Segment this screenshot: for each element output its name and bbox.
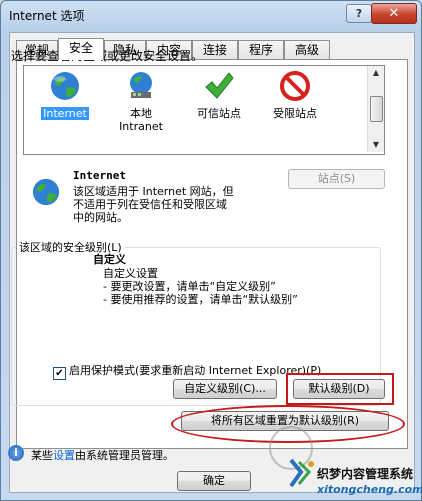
watermark-title: 织梦内容管理系统	[317, 467, 414, 481]
custom-level-button[interactable]: 自定义级别(C)...	[173, 379, 277, 399]
protected-mode-checkbox[interactable]: ✔	[53, 367, 66, 380]
zone-label: 可信站点	[197, 107, 241, 120]
network-globe-icon	[130, 72, 152, 98]
zone-local-intranet[interactable]: 本地 Intranet	[106, 70, 176, 133]
security-level-title: 自定义	[93, 253, 126, 266]
admin-note-suffix: 由系统管理员管理。	[75, 449, 174, 462]
zone-label: 本地	[130, 107, 152, 120]
window-title: Internet 选项	[9, 9, 85, 23]
checkmark-icon	[205, 72, 234, 99]
ok-button[interactable]: 确定	[177, 471, 251, 491]
admin-managed-note: i 某些设置由系统管理员管理。	[8, 445, 174, 463]
watermark-logo-icon	[289, 458, 314, 488]
close-button[interactable]: ✕	[371, 3, 417, 24]
protected-mode-label: 启用保护模式(要求重新启动 Internet Explorer)(P)	[69, 364, 322, 377]
tab-security[interactable]: 安全	[58, 38, 104, 60]
zone-trusted-sites[interactable]: 可信站点	[184, 70, 254, 120]
tab-advanced[interactable]: 高级	[284, 40, 330, 59]
zone-label: 受限站点	[273, 107, 317, 120]
level-desc-line: - 要使用推荐的设置，请单击“默认级别”	[103, 293, 298, 306]
zone-desc-line: 中的网站。	[73, 211, 128, 224]
tab-programs[interactable]: 程序	[238, 40, 284, 59]
no-entry-icon	[280, 71, 310, 101]
help-button[interactable]: ?	[346, 4, 372, 23]
level-desc-line: 自定义设置	[103, 267, 158, 280]
zone-desc-line: 不适用于列在受信任和受限区域	[73, 198, 227, 211]
sites-button[interactable]: 站点(S)	[288, 169, 385, 189]
watermark-url: xitongcheng.com	[317, 483, 422, 496]
settings-link[interactable]: 设置	[53, 449, 75, 462]
security-level-description: 自定义设置 - 要更改设置，请单击“自定义级别” - 要使用推荐的设置，请单击“…	[103, 267, 298, 306]
protected-mode-row[interactable]: ✔ 启用保护模式(要求重新启动 Internet Explorer)(P)	[53, 362, 321, 380]
zone-info-description: 该区域适用于 Internet 网站，但 不适用于列在受信任和受限区域 中的网站…	[73, 185, 293, 224]
zone-restricted-sites[interactable]: 受限站点	[260, 70, 330, 120]
scroll-down-arrow-icon[interactable]: ▼	[368, 138, 384, 152]
globe-icon	[51, 72, 79, 100]
zone-list[interactable]: Internet 本地 Intranet 可信站点 受限站点 ▲ ▼	[23, 65, 385, 155]
scroll-up-arrow-icon[interactable]: ▲	[368, 66, 384, 80]
info-icon: i	[8, 445, 24, 461]
scroll-thumb[interactable]	[370, 96, 383, 122]
title-bar[interactable]: Internet 选项 ? ✕	[1, 1, 421, 29]
admin-note-prefix: 某些	[31, 449, 53, 462]
internet-options-window: Internet 选项 ? ✕ 常规 安全 隐私 内容 连接 程序 高级 选择要…	[0, 0, 422, 501]
zone-label-2: Intranet	[119, 120, 163, 133]
level-desc-line: - 要更改设置，请单击“自定义级别”	[103, 280, 276, 293]
zone-scrollbar[interactable]: ▲ ▼	[367, 66, 384, 152]
zone-info-title: Internet	[73, 169, 126, 182]
zone-desc-line: 该区域适用于 Internet 网站，但	[73, 185, 234, 198]
zone-internet[interactable]: Internet	[30, 70, 100, 120]
zone-prompt: 选择要查看的区域或更改安全设置。	[11, 49, 204, 63]
zone-label: Internet	[41, 107, 89, 120]
globe-icon	[32, 178, 60, 206]
highlight-rectangle	[286, 373, 394, 405]
